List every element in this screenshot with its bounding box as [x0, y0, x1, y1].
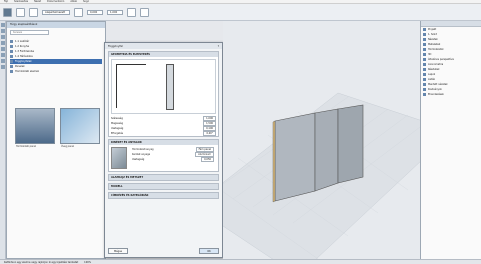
param-row: Elforgatás 0,00°	[109, 131, 218, 136]
tool-icon[interactable]	[1, 41, 5, 45]
nav-item[interactable]: Elrendezések	[421, 92, 481, 97]
tool-icon[interactable]	[1, 29, 5, 33]
sheet-icon	[423, 73, 426, 76]
menu-file[interactable]: Fájl	[4, 0, 8, 3]
folder-icon	[10, 65, 13, 68]
folder-icon	[10, 70, 13, 73]
plan-diagram-icon	[116, 64, 146, 108]
material-preview: Homlokzati anyag Fém panel Kerület anyaga…	[109, 145, 218, 171]
axonometry-icon	[423, 63, 426, 66]
project-icon	[423, 28, 426, 31]
3d-icon	[423, 53, 426, 56]
section-header[interactable]: CÍMKÉZÉS ÉS KATEGÓRIÁK	[109, 193, 218, 198]
layout-icon	[423, 93, 426, 96]
library-thumbnails: Homlokzati panel Üveg panel	[15, 108, 103, 188]
arrow-tool-icon[interactable]	[3, 7, 12, 17]
library-panel: Tárgy alapbeállítások 1.1 Lakótér 1.2 Ko…	[6, 21, 106, 259]
detail-icon	[423, 68, 426, 71]
dialog-buttons: Mégse OK	[108, 248, 219, 254]
collapsed-section: ALAPRAJZ ÉS METSZET	[108, 174, 219, 181]
tree-item[interactable]: Homlokzati elemek	[10, 69, 102, 74]
cancel-button[interactable]: Mégse	[108, 248, 128, 254]
help-icon[interactable]: ?	[218, 44, 219, 48]
param-value[interactable]: 0,00°	[203, 131, 216, 136]
tool-icon[interactable]	[1, 59, 5, 63]
tool-icon[interactable]	[1, 47, 5, 51]
publish-icon	[423, 88, 426, 91]
navigator-panel: Projekt 1. Szint Nézetek Metszetek Homlo…	[420, 21, 481, 259]
3d-viewport[interactable]	[223, 21, 420, 259]
geometry-icon[interactable]	[74, 7, 83, 17]
elevation-icon	[423, 48, 426, 51]
menu-help[interactable]: Súgó	[83, 0, 89, 3]
menu-view[interactable]: Nézet	[34, 0, 41, 3]
thumbnail-facade-panel[interactable]: Homlokzati panel	[15, 108, 55, 148]
thumbnail-label: Homlokzati panel	[16, 145, 36, 148]
curtain-panel[interactable]	[337, 104, 364, 184]
dialog-title-bar: Függönyfal ?	[105, 43, 222, 49]
folder-icon	[10, 60, 13, 63]
curtain-panel[interactable]	[274, 112, 316, 202]
tool-icon[interactable]	[1, 53, 5, 57]
settings-dialog: Függönyfal ? GEOMETRIA ÉS ELHELYEZÉS Szé…	[104, 42, 223, 258]
wall-tool-icon[interactable]	[29, 7, 38, 17]
curtain-panel[interactable]	[314, 108, 339, 192]
section-header[interactable]: ALAPRAJZ ÉS METSZET	[109, 175, 218, 180]
magic-wand-icon[interactable]	[140, 7, 149, 17]
section-header[interactable]: MODELL	[109, 184, 218, 189]
story-icon	[423, 33, 426, 36]
section-icon	[423, 43, 426, 46]
status-text: Kattintson egy elemre vagy rajzoljon ki …	[4, 260, 79, 264]
collapsed-section: CÍMKÉZÉS ÉS KATEGÓRIÁK	[108, 192, 219, 199]
folder-icon	[10, 40, 13, 43]
material-section: KINÉZET ÉS ANYAGOK Homlokzati anyag Fém p…	[108, 139, 219, 172]
menu-edit[interactable]: Szerkesztés	[14, 0, 28, 3]
panel-edge	[272, 120, 276, 203]
folder-icon	[10, 55, 13, 58]
view-icon	[423, 83, 426, 86]
elevation-diagram-icon	[166, 64, 174, 110]
tool-icon[interactable]	[1, 23, 5, 27]
folder-icon	[423, 38, 426, 41]
menu-document[interactable]: Dokumentáció	[47, 0, 64, 3]
toolbar: Alapértelmezett 0,000 1,000	[0, 4, 481, 21]
dialog-title: Függönyfal	[108, 44, 123, 48]
layer-field[interactable]: Alapértelmezett	[42, 9, 70, 15]
thumbnail-glass-panel[interactable]: Üveg panel	[60, 108, 100, 148]
list-icon	[423, 78, 426, 81]
tool-icon[interactable]	[1, 65, 5, 69]
status-bar: Kattintson egy elemre vagy rajzoljon ki …	[0, 259, 481, 264]
geometry-preview	[111, 59, 216, 114]
library-tree: 1.1 Lakótér 1.2 Konyha 1.3 Fürdőszoba 1.…	[10, 39, 102, 74]
geometry-section: GEOMETRIA ÉS ELHELYEZÉS Szélesség 1,000 M…	[108, 51, 219, 137]
menu-window[interactable]: Ablak	[70, 0, 77, 3]
folder-icon	[10, 50, 13, 53]
zoom-level[interactable]: 100%	[84, 261, 91, 264]
param-value[interactable]: 0,050	[201, 157, 214, 162]
tool-icon[interactable]	[1, 35, 5, 39]
collapsed-section: MODELL	[108, 183, 219, 190]
library-search-input[interactable]	[10, 30, 49, 35]
material-swatch[interactable]	[111, 147, 127, 169]
thumbnail-label: Üveg panel	[61, 145, 75, 148]
perspective-icon	[423, 58, 426, 61]
elevation-field[interactable]: 0,000	[87, 9, 103, 15]
library-title: Tárgy alapbeállítások	[7, 22, 105, 28]
section-header[interactable]: GEOMETRIA ÉS ELHELYEZÉS	[109, 52, 218, 57]
param-row: Vastagság 0,050	[130, 157, 216, 162]
folder-icon	[10, 45, 13, 48]
ok-button[interactable]: OK	[199, 248, 219, 254]
settings-icon[interactable]	[127, 7, 136, 17]
3d-scene	[223, 92, 420, 259]
height-field[interactable]: 1,000	[107, 9, 123, 15]
marquee-tool-icon[interactable]	[16, 7, 25, 17]
